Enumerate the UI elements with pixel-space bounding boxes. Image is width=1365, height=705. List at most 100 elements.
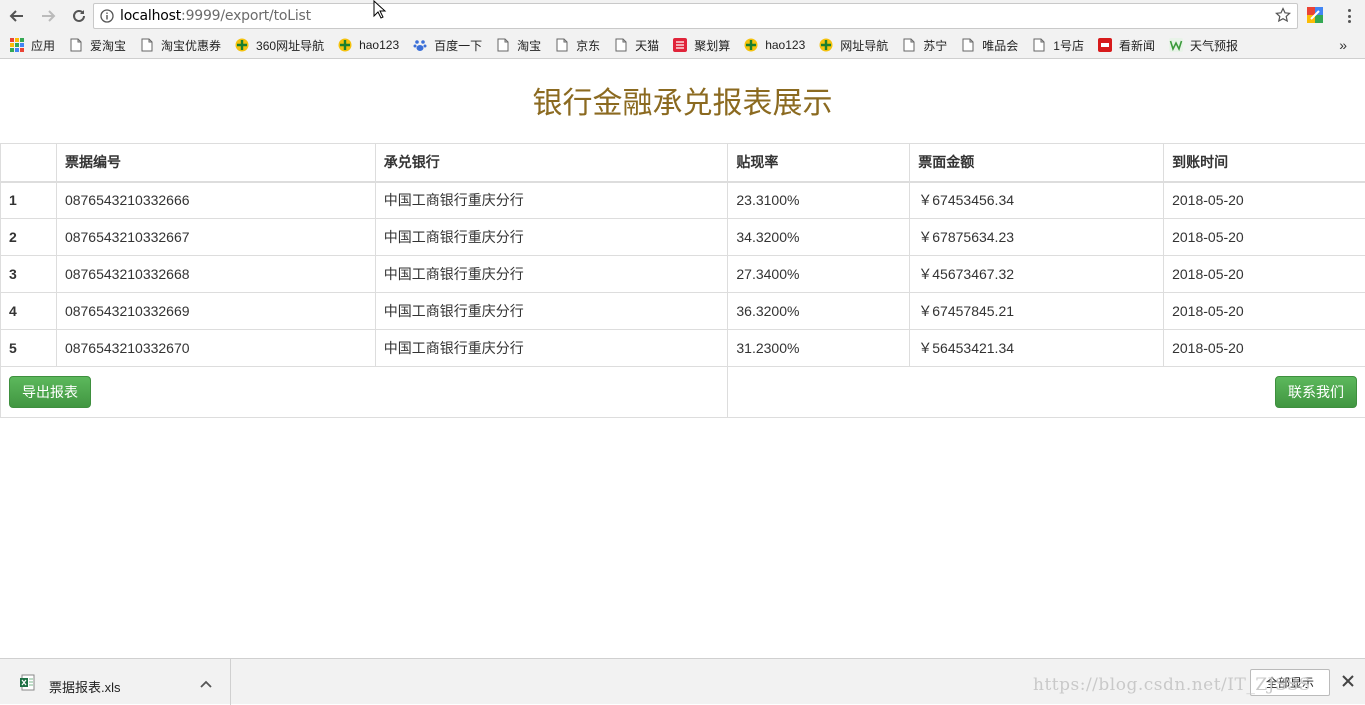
url-text: localhost:9999/export/toList: [120, 8, 311, 24]
bookmark-star-icon[interactable]: [1275, 7, 1291, 28]
bookmark-label: 苏宁: [923, 37, 947, 54]
bookmark-item[interactable]: 聚划算: [673, 37, 730, 54]
bookmark-item[interactable]: 应用: [10, 37, 55, 54]
back-arrow-icon[interactable]: [3, 2, 31, 30]
address-bar[interactable]: localhost:9999/export/toList: [93, 3, 1298, 29]
bookmark-label: 应用: [31, 37, 55, 54]
row-index: 5: [1, 330, 57, 367]
bookmark-label: 1号店: [1053, 37, 1084, 54]
bookmark-label: 淘宝: [517, 37, 541, 54]
url-path: :9999/export/toList: [181, 8, 311, 24]
bookmark-label: 网址导航: [840, 37, 888, 54]
bookmark-item[interactable]: 京东: [555, 37, 600, 54]
table-row: 5 0876543210332670 中国工商银行重庆分行 31.2300% ￥…: [1, 330, 1365, 367]
discount-rate: 31.2300%: [728, 330, 910, 367]
page-title: 银行金融承兑报表展示: [0, 78, 1365, 122]
bill-number: 0876543210332669: [56, 293, 375, 330]
page-icon: [555, 38, 569, 52]
accepting-bank: 中国工商银行重庆分行: [375, 182, 728, 219]
360-icon: [744, 38, 758, 52]
bookmark-label: 淘宝优惠券: [161, 37, 221, 54]
weather-icon: [1169, 38, 1183, 52]
download-shelf: 票据报表.xls 全部显示: [0, 658, 1365, 704]
download-file-name: 票据报表.xls: [49, 677, 121, 696]
news-icon: [1098, 38, 1112, 52]
url-host: localhost: [120, 8, 181, 24]
accepting-bank: 中国工商银行重庆分行: [375, 219, 728, 256]
forward-arrow-icon[interactable]: [34, 2, 62, 30]
bill-number: 0876543210332666: [56, 182, 375, 219]
excel-file-icon: [19, 674, 35, 691]
bookmark-label: 360网址导航: [256, 37, 324, 54]
report-table: 票据编号 承兑银行 贴现率 票面金额 到账时间 1 08765432103326…: [0, 143, 1365, 418]
extension-icon[interactable]: [1306, 6, 1324, 24]
export-report-button[interactable]: 导出报表: [9, 376, 91, 409]
table-row: 4 0876543210332669 中国工商银行重庆分行 36.3200% ￥…: [1, 293, 1365, 330]
page-icon: [140, 38, 154, 52]
reload-icon[interactable]: [65, 2, 93, 30]
baidu-paw-icon: [413, 38, 427, 52]
table-row: 1 0876543210332666 中国工商银行重庆分行 23.3100% ￥…: [1, 182, 1365, 219]
footer-right-cell: 联系我们: [728, 367, 1365, 418]
table-row: 2 0876543210332667 中国工商银行重庆分行 34.3200% ￥…: [1, 219, 1365, 256]
page-icon: [496, 38, 510, 52]
bookmark-item[interactable]: 360网址导航: [235, 37, 324, 54]
bookmark-item[interactable]: 淘宝: [496, 37, 541, 54]
bookmark-item[interactable]: 百度一下: [413, 37, 482, 54]
header-arrival-date: 到账时间: [1164, 144, 1365, 182]
arrival-date: 2018-05-20: [1164, 330, 1365, 367]
site-info-icon[interactable]: [94, 9, 120, 23]
bookmark-item[interactable]: 天气预报: [1169, 37, 1238, 54]
bookmark-item[interactable]: 天猫: [614, 37, 659, 54]
bookmark-label: hao123: [359, 38, 399, 52]
face-amount: ￥67875634.23: [910, 219, 1164, 256]
discount-rate: 34.3200%: [728, 219, 910, 256]
face-amount: ￥67457845.21: [910, 293, 1164, 330]
contact-us-button[interactable]: 联系我们: [1275, 376, 1357, 409]
page-icon: [902, 38, 916, 52]
table-header-row: 票据编号 承兑银行 贴现率 票面金额 到账时间: [1, 144, 1365, 182]
accepting-bank: 中国工商银行重庆分行: [375, 293, 728, 330]
face-amount: ￥45673467.32: [910, 256, 1164, 293]
360-icon: [338, 38, 352, 52]
discount-rate: 23.3100%: [728, 182, 910, 219]
bookmark-label: 聚划算: [694, 37, 730, 54]
table-row: 3 0876543210332668 中国工商银行重庆分行 27.3400% ￥…: [1, 256, 1365, 293]
bookmark-item[interactable]: 唯品会: [961, 37, 1018, 54]
bookmark-item[interactable]: 淘宝优惠券: [140, 37, 221, 54]
row-index: 4: [1, 293, 57, 330]
bookmark-item[interactable]: 爱淘宝: [69, 37, 126, 54]
bookmark-label: 天猫: [635, 37, 659, 54]
discount-rate: 27.3400%: [728, 256, 910, 293]
close-icon[interactable]: [1340, 673, 1356, 689]
bookmark-label: hao123: [765, 38, 805, 52]
chevron-up-icon[interactable]: [199, 676, 213, 694]
360-icon: [235, 38, 249, 52]
bookmark-item[interactable]: 看新闻: [1098, 37, 1155, 54]
bookmark-item[interactable]: hao123: [338, 38, 399, 52]
header-accepting-bank: 承兑银行: [375, 144, 728, 182]
show-all-downloads-button[interactable]: 全部显示: [1250, 669, 1330, 696]
row-index: 3: [1, 256, 57, 293]
bookmark-item[interactable]: 网址导航: [819, 37, 888, 54]
bookmark-item[interactable]: 1号店: [1032, 37, 1084, 54]
bookmarks-overflow-button[interactable]: »: [1339, 37, 1347, 53]
accepting-bank: 中国工商银行重庆分行: [375, 330, 728, 367]
page-icon: [961, 38, 975, 52]
bookmark-label: 看新闻: [1119, 37, 1155, 54]
bookmark-item[interactable]: hao123: [744, 38, 805, 52]
arrival-date: 2018-05-20: [1164, 219, 1365, 256]
bookmark-item[interactable]: 苏宁: [902, 37, 947, 54]
browser-menu-icon[interactable]: [1340, 6, 1358, 26]
download-item[interactable]: 票据报表.xls: [0, 659, 231, 705]
arrival-date: 2018-05-20: [1164, 293, 1365, 330]
page-icon: [1032, 38, 1046, 52]
header-bill-number: 票据编号: [56, 144, 375, 182]
bookmark-label: 京东: [576, 37, 600, 54]
bookmark-label: 爱淘宝: [90, 37, 126, 54]
juhuasuan-icon: [673, 38, 687, 52]
bookmark-label: 天气预报: [1190, 37, 1238, 54]
bookmark-label: 百度一下: [434, 37, 482, 54]
360-icon: [819, 38, 833, 52]
table-footer-row: 导出报表 联系我们: [1, 367, 1365, 418]
